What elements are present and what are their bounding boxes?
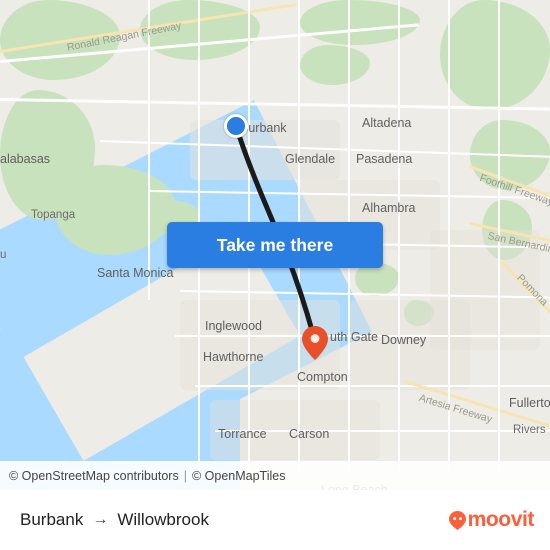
route-destination-label: Willowbrook [117, 510, 209, 529]
attribution-tiles[interactable]: © OpenMapTiles [192, 469, 286, 483]
take-me-there-button[interactable]: Take me there [167, 222, 383, 268]
moovit-map-screenshot: Ronald Reagan Freeway Altadena Burbank Glen… [0, 0, 550, 550]
attribution-osm[interactable]: © OpenStreetMap contributors [9, 469, 179, 483]
take-me-there-label: Take me there [216, 234, 334, 255]
footer-bar: Burbank → Willowbrook moovit [0, 490, 550, 550]
route-origin-label: Burbank [20, 510, 84, 529]
moovit-wordmark: moovit [467, 508, 535, 531]
moovit-logo[interactable]: moovit [448, 508, 535, 532]
arrow-right-icon: → [92, 511, 109, 528]
destination-pin-marker[interactable] [302, 326, 328, 360]
map-canvas[interactable]: Ronald Reagan Freeway Altadena Burbank Glen… [0, 0, 550, 490]
origin-dot-marker[interactable] [224, 114, 248, 138]
route-summary: Burbank → Willowbrook [20, 510, 209, 530]
moovit-balloon-icon [448, 510, 466, 530]
attribution-separator: | [183, 468, 187, 483]
map-attribution-bar: © OpenStreetMap contributors | © OpenMap… [0, 461, 550, 490]
